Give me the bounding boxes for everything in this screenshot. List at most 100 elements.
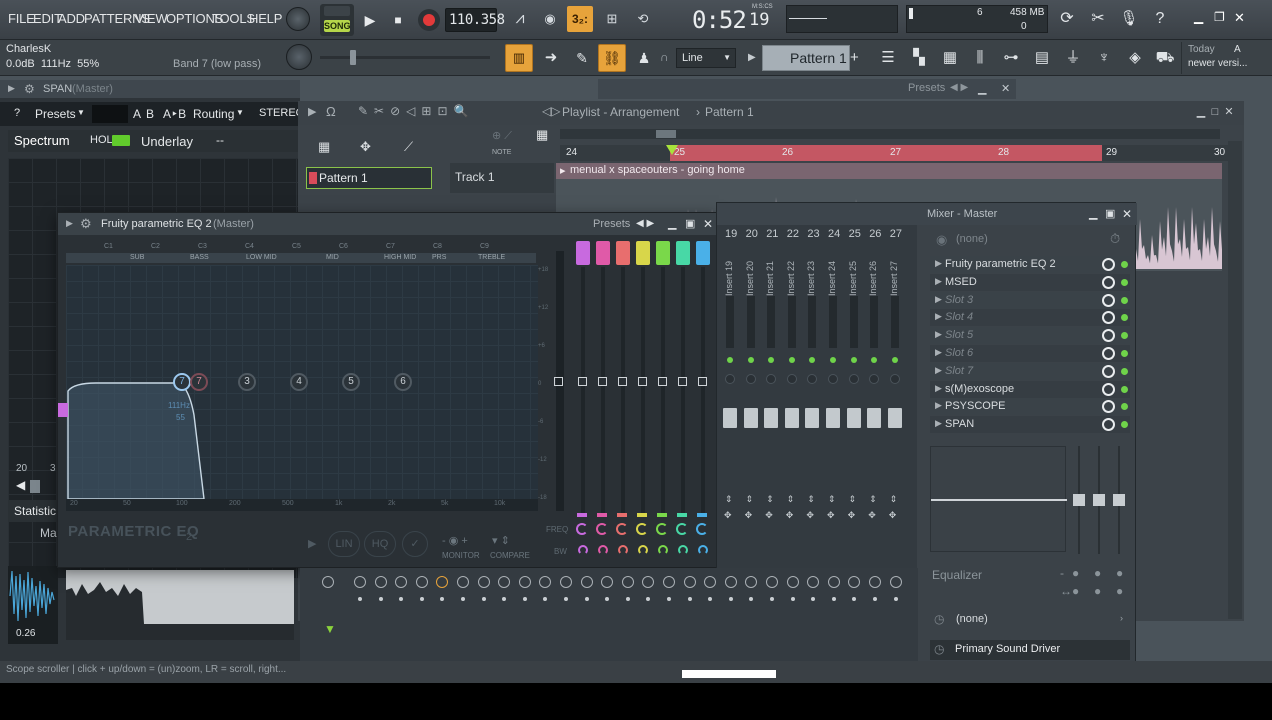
bottom-send-knob[interactable] (539, 576, 552, 588)
mixer-route-arrows-icon[interactable]: ⇕ (849, 494, 857, 505)
mixer-fx-slot[interactable]: ▶ MSED (930, 273, 1130, 291)
bottom-send-dot[interactable] (605, 597, 610, 601)
bottom-send-dot[interactable] (522, 597, 527, 601)
slot-enable-led[interactable] (1121, 261, 1128, 268)
mixer-preset-icon[interactable]: ◉ (936, 232, 947, 248)
pencil-icon[interactable]: ✎ (568, 44, 596, 72)
bottom-send-knob[interactable] (745, 576, 758, 588)
slot-enable-led[interactable] (1121, 314, 1128, 322)
mixer-volume-fader[interactable] (846, 408, 861, 428)
eq-bw-knob[interactable] (658, 545, 668, 555)
loop-region[interactable] (670, 145, 1102, 161)
mixer-channel-name[interactable]: Insert 27 (889, 248, 903, 296)
panic-icon[interactable]: ⟳ (1055, 7, 1079, 31)
bottom-send-knob[interactable] (663, 576, 675, 588)
eq-band-fader-cap[interactable] (596, 241, 610, 265)
eq-band-fader-track[interactable] (581, 267, 585, 513)
playlist-overview-scroll[interactable] (560, 129, 1220, 139)
slot-mix-knob[interactable] (1102, 347, 1115, 360)
mixer-channel-name[interactable]: Insert 25 (848, 248, 862, 296)
slot-enable-led[interactable] (1121, 350, 1128, 357)
mixer-channel-led[interactable] (891, 357, 898, 363)
mixer-stereo-icon[interactable]: ✥ (889, 510, 897, 521)
playlist-menu-icon[interactable]: ◁▷ (542, 104, 560, 118)
eq-band-fader-handle[interactable] (618, 377, 627, 386)
eq-close-icon[interactable]: ✕ (703, 217, 713, 231)
bottom-send-dot[interactable] (440, 597, 445, 601)
magnet-icon[interactable]: ∩ (660, 50, 672, 66)
mixer-fx-slot[interactable]: ▶ Slot 5 (930, 327, 1130, 345)
bottom-send-dot[interactable] (419, 597, 424, 601)
menu-view[interactable]: VIEW (135, 11, 168, 26)
eq-play-icon[interactable]: ▶ (308, 537, 316, 550)
eq-bw-knob[interactable] (598, 545, 608, 555)
mixer-stereo-icon[interactable]: ✥ (786, 510, 794, 521)
span-spectrum-tab[interactable]: Spectrum (14, 133, 70, 148)
playhead-marker[interactable] (666, 145, 678, 155)
span-a-button[interactable]: A (133, 107, 141, 121)
note-icon[interactable]: ⊕ ⟋ (492, 129, 512, 143)
tuning-fork-icon[interactable]: ♆ (1090, 44, 1118, 72)
bottom-send-knob[interactable] (560, 576, 572, 588)
bottom-send-knob[interactable] (580, 576, 593, 588)
pattern-song-switch[interactable]: SONG (320, 4, 354, 36)
bottom-send-knob[interactable] (395, 576, 408, 588)
eq-freq-knob[interactable] (636, 523, 648, 535)
master-slider-track[interactable] (320, 50, 490, 65)
mixer-pan-knob[interactable] (786, 374, 797, 384)
tempo-display[interactable]: 110.358 (445, 8, 505, 32)
mixer-channel-name[interactable]: Insert 19 (724, 248, 738, 296)
eq-band-fader-cap[interactable] (636, 241, 650, 265)
mixer-channel-led[interactable] (747, 357, 754, 363)
mixer-pan-knob[interactable] (848, 374, 859, 384)
bottom-send-dot[interactable] (728, 597, 733, 601)
gear-icon[interactable]: ⚙ (24, 82, 35, 96)
mixer-output-row[interactable]: ◷ (none) › (930, 610, 1130, 630)
mixer-clock-icon[interactable]: ⏱ (1110, 231, 1120, 247)
tools-icon[interactable]: ✂ (1086, 7, 1110, 31)
bottom-send-dot[interactable] (625, 597, 630, 601)
close-icon[interactable]: ✕ (1234, 10, 1245, 26)
playlist-move-icon[interactable]: ✥ (360, 139, 371, 155)
eq-freq-knob[interactable] (596, 523, 608, 535)
cart-icon[interactable]: ⛟ (1151, 44, 1179, 72)
mixer-route-arrows-icon[interactable]: ⇕ (890, 494, 898, 505)
mixer-volume-fader[interactable] (887, 408, 902, 428)
eq-band-fader-cap[interactable] (616, 241, 630, 265)
mixer-stereo-icon[interactable]: ✥ (827, 510, 835, 521)
bottom-send-knob[interactable] (869, 576, 881, 588)
eq-main-fader-handle[interactable] (554, 377, 563, 386)
bottom-send-dot[interactable] (481, 597, 486, 601)
minimize-icon[interactable]: ▁ (1194, 105, 1208, 118)
playlist-titlebar[interactable]: ▶ Ω ✎✂⊘◁⊞⊡🔍 ◁▷ Playlist - Arrangement › … (298, 101, 1244, 125)
bottom-send-knob[interactable] (354, 576, 366, 588)
mixer-minimize-icon[interactable]: ▁ (1089, 207, 1097, 220)
mixer-pan-knob[interactable] (725, 374, 735, 384)
eq-band-fader-track[interactable] (641, 267, 645, 513)
mixer-channel-name[interactable]: Insert 26 (868, 248, 882, 296)
piano-keys-icon[interactable]: ▥ (505, 44, 533, 72)
playlist-pattern-icon[interactable]: ▦ (318, 139, 330, 155)
eq-band-fader-handle[interactable] (598, 377, 607, 386)
stamp-icon[interactable]: ♟ (630, 44, 658, 72)
pattern-list-item[interactable]: Pattern 1 (306, 167, 432, 189)
scroll-left-icon[interactable]: ◀ (16, 478, 25, 492)
mixer-route-arrows-icon[interactable]: ⇕ (807, 494, 815, 505)
mixer-fx-slot[interactable]: ▶ Slot 6 (930, 345, 1130, 362)
pattern-selector[interactable]: Pattern 1 (762, 45, 850, 71)
mixer-pan-knob[interactable] (889, 374, 900, 384)
bottom-send-dot[interactable] (399, 597, 404, 601)
span-waveform-view[interactable] (66, 570, 294, 640)
eq-maximize-icon[interactable]: ▣ (685, 217, 695, 230)
hold-led[interactable] (112, 135, 130, 146)
playlist-vertical-scroll[interactable] (1228, 141, 1242, 619)
slot-enable-led[interactable] (1121, 278, 1128, 286)
bottom-send-knob[interactable] (621, 576, 634, 588)
bottom-send-knob[interactable] (848, 576, 861, 588)
bottom-send-knob[interactable] (889, 576, 902, 588)
eq-band-node[interactable]: 5 (342, 373, 360, 391)
eq-band-fader-cap[interactable] (696, 241, 710, 265)
mixer-fx-slot[interactable]: ▶ PSYSCOPE (930, 398, 1130, 416)
mixer-channel-name[interactable]: Insert 24 (827, 248, 841, 296)
eq-collapse-icon[interactable]: ▶ (66, 218, 73, 229)
